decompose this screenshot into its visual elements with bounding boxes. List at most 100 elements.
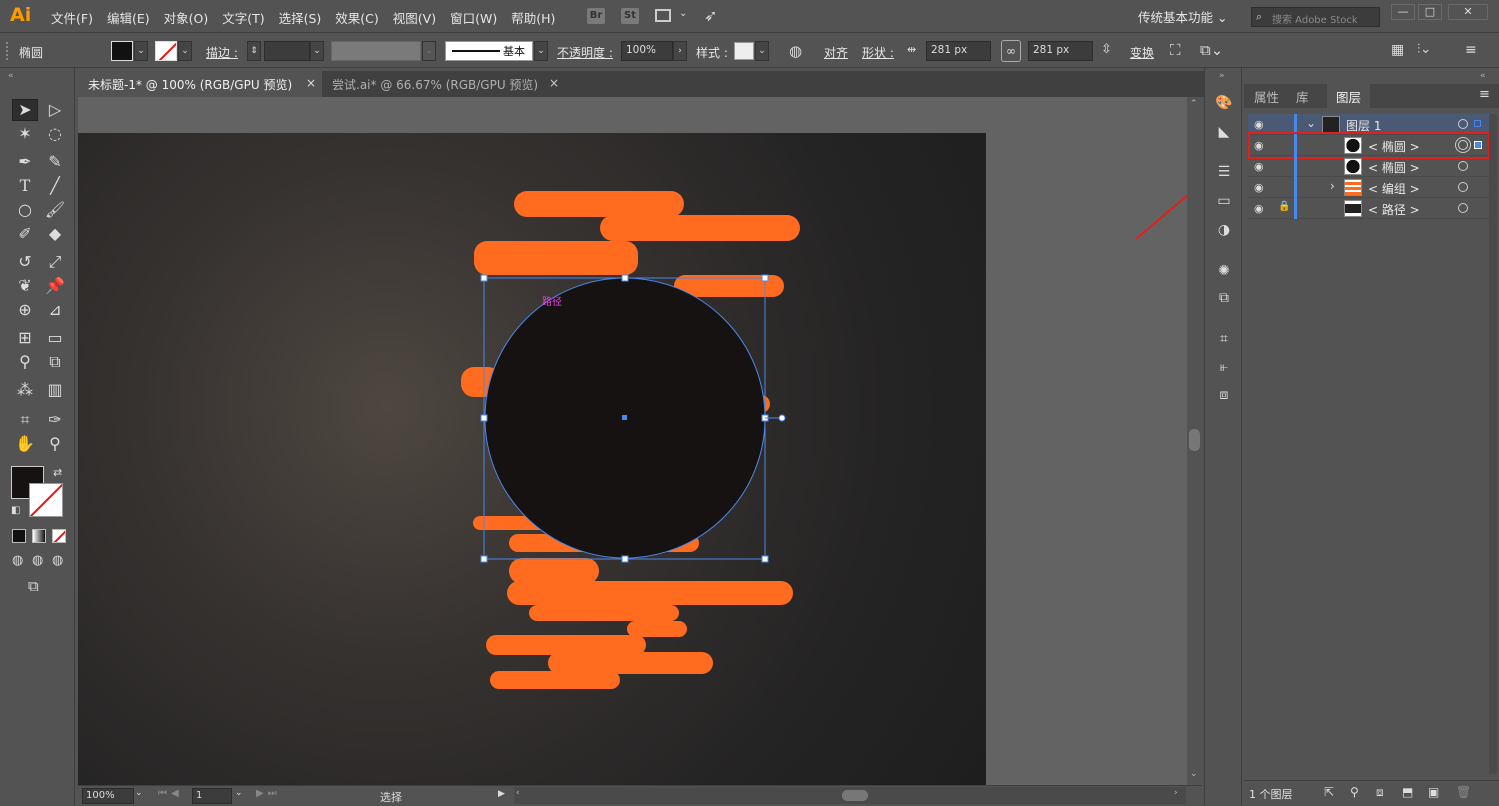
artboard-number-input[interactable]: 1 [192, 788, 232, 804]
target-icon[interactable] [1458, 161, 1468, 171]
paintbrush-tool-icon[interactable]: 🖌 [43, 199, 67, 221]
recolor-artwork-icon[interactable]: ◍ [789, 42, 802, 60]
stroke-weight-stepper[interactable]: ⇕ [247, 41, 261, 61]
panel-menu-icon[interactable]: ≡ [1479, 87, 1490, 102]
layer-name[interactable]: < 椭圆 > [1368, 159, 1420, 176]
orange-stripe[interactable] [548, 652, 713, 674]
target-icon[interactable] [1458, 182, 1468, 192]
fill-dropdown[interactable]: ⌄ [134, 41, 148, 61]
brush-definition[interactable]: 基本 [445, 41, 533, 61]
transparency-panel-icon[interactable]: ◑ [1215, 222, 1233, 238]
arrange-documents-icon[interactable] [655, 9, 671, 22]
visibility-eye-icon[interactable]: ◉ [1254, 181, 1264, 194]
pen-tool-icon[interactable]: ✒ [13, 151, 37, 173]
stroke-swatch[interactable] [155, 41, 177, 61]
scroll-down-icon[interactable]: ⌄ [1190, 769, 1198, 779]
hand-tool-icon[interactable]: ✋ [13, 433, 37, 455]
shape-builder-tool-icon[interactable]: ⊕ [13, 299, 37, 321]
color-mode-icon[interactable] [12, 529, 26, 543]
close-icon[interactable]: × [549, 76, 559, 90]
menu-select[interactable]: 选择(S) [279, 8, 322, 27]
layer-row[interactable]: ◉ 🔒 < 路径 > [1248, 198, 1496, 219]
new-layer-icon[interactable]: ▣ [1428, 785, 1439, 799]
selection-tool-icon[interactable]: ➤ [13, 99, 37, 121]
zoom-input[interactable]: 100% [82, 788, 134, 804]
menu-file[interactable]: 文件(F) [51, 8, 93, 27]
none-mode-icon[interactable] [52, 529, 66, 543]
vertical-scrollbar[interactable]: ⌃ ⌄ [1187, 97, 1202, 785]
default-colors-icon[interactable]: ◧ [11, 505, 20, 516]
bridge-button[interactable]: Br [587, 8, 605, 24]
close-icon[interactable]: × [306, 76, 316, 90]
stroke-dropdown[interactable]: ⌄ [178, 41, 192, 61]
graphic-styles-icon[interactable]: ⧉ [1215, 290, 1233, 306]
resize-handle[interactable] [621, 274, 629, 282]
graphic-style-swatch[interactable] [734, 42, 754, 60]
visibility-eye-icon[interactable]: ◉ [1254, 202, 1264, 215]
orange-stripe[interactable] [627, 621, 687, 637]
scroll-up-icon[interactable]: ⌃ [1190, 99, 1198, 109]
canvas-area[interactable]: 路径 [78, 97, 1187, 785]
rocket-icon[interactable]: ➶ [704, 6, 717, 25]
stroke-color-box[interactable] [29, 483, 63, 517]
layer-name[interactable]: < 编组 > [1368, 180, 1420, 197]
direct-selection-tool-icon[interactable]: ▷ [43, 99, 67, 121]
transform-options-icon[interactable]: ⧉⌄ [1200, 41, 1223, 59]
orange-stripe[interactable] [474, 241, 638, 275]
gradient-mode-icon[interactable] [32, 529, 46, 543]
pathfinder-panel-icon[interactable]: ⧈ [1215, 387, 1233, 403]
perspective-grid-tool-icon[interactable]: ⊿ [43, 299, 67, 321]
scroll-thumb[interactable] [1189, 429, 1200, 451]
menu-window[interactable]: 窗口(W) [450, 8, 497, 27]
scroll-left-icon[interactable]: ‹ [516, 788, 520, 798]
menu-type[interactable]: 文字(T) [222, 8, 264, 27]
rotate-tool-icon[interactable]: ↺ [13, 251, 37, 273]
expand-arrow-icon[interactable]: › [1330, 179, 1335, 193]
clipping-mask-icon[interactable]: ⧈ [1376, 785, 1384, 800]
height-input[interactable]: 281 px [1028, 41, 1093, 61]
appearance-panel-icon[interactable]: ✺ [1215, 263, 1233, 279]
gradient-tool-icon[interactable]: ▭ [43, 327, 67, 349]
layer-row[interactable]: ◉ › < 编组 > [1248, 177, 1496, 198]
panel-menu-icon[interactable]: ≡ [1465, 42, 1477, 58]
opacity-input[interactable]: 100% [621, 41, 673, 61]
link-proportions-icon[interactable]: ∞ [1001, 40, 1021, 62]
align-label[interactable]: 对齐 [824, 44, 848, 61]
stroke-weight-input[interactable] [264, 41, 310, 61]
ellipse-tool-icon[interactable]: ○ [13, 199, 37, 221]
menu-edit[interactable]: 编辑(E) [107, 8, 150, 27]
selection-indicator[interactable] [1474, 120, 1481, 127]
workspace-switcher[interactable]: 传统基本功能 ⌄ [1138, 7, 1227, 26]
stroke-label[interactable]: 描边 : [206, 44, 238, 61]
resize-handle[interactable] [480, 414, 488, 422]
scroll-thumb[interactable] [842, 790, 868, 801]
color-guide-icon[interactable]: 🎨 [1215, 95, 1233, 111]
panel-scrollbar[interactable] [1489, 114, 1497, 774]
opacity-label[interactable]: 不透明度 : [557, 44, 613, 61]
stock-button[interactable]: St [621, 8, 639, 24]
lasso-tool-icon[interactable]: ◌ [43, 123, 67, 145]
transform-label[interactable]: 变换 [1130, 44, 1154, 61]
new-sublayer-icon[interactable]: ⬒ [1402, 785, 1413, 799]
export-icon[interactable]: ⇱ [1324, 785, 1334, 799]
screen-mode-icon[interactable]: ⧉ [28, 577, 39, 595]
draw-normal-icon[interactable]: ◍ [12, 553, 23, 568]
isolate-icon[interactable]: ⛶ [1170, 41, 1181, 59]
variable-width-dropdown[interactable]: ⌄ [422, 41, 436, 61]
zoom-tool-icon[interactable]: ⚲ [43, 433, 67, 455]
status-menu-arrow[interactable]: ▶ [498, 789, 505, 799]
menu-effect[interactable]: 效果(C) [335, 8, 378, 27]
blend-tool-icon[interactable]: ⧉ [43, 351, 67, 373]
shape-label[interactable]: 形状 : [862, 44, 894, 61]
resize-handle[interactable] [761, 274, 769, 282]
resize-handle[interactable] [480, 274, 488, 282]
grid-view-icon[interactable]: ▦ [1391, 42, 1404, 58]
artboard[interactable]: 路径 [78, 133, 986, 785]
visibility-eye-icon[interactable]: ◉ [1254, 160, 1264, 173]
type-tool-icon[interactable]: T [13, 175, 37, 197]
artboard-tool-icon[interactable]: ⌗ [13, 409, 37, 431]
resize-handle[interactable] [621, 555, 629, 563]
fill-swatch[interactable] [111, 41, 133, 61]
curvature-tool-icon[interactable]: ✎ [43, 151, 67, 173]
zoom-dropdown-icon[interactable]: ⌄ [135, 788, 143, 798]
